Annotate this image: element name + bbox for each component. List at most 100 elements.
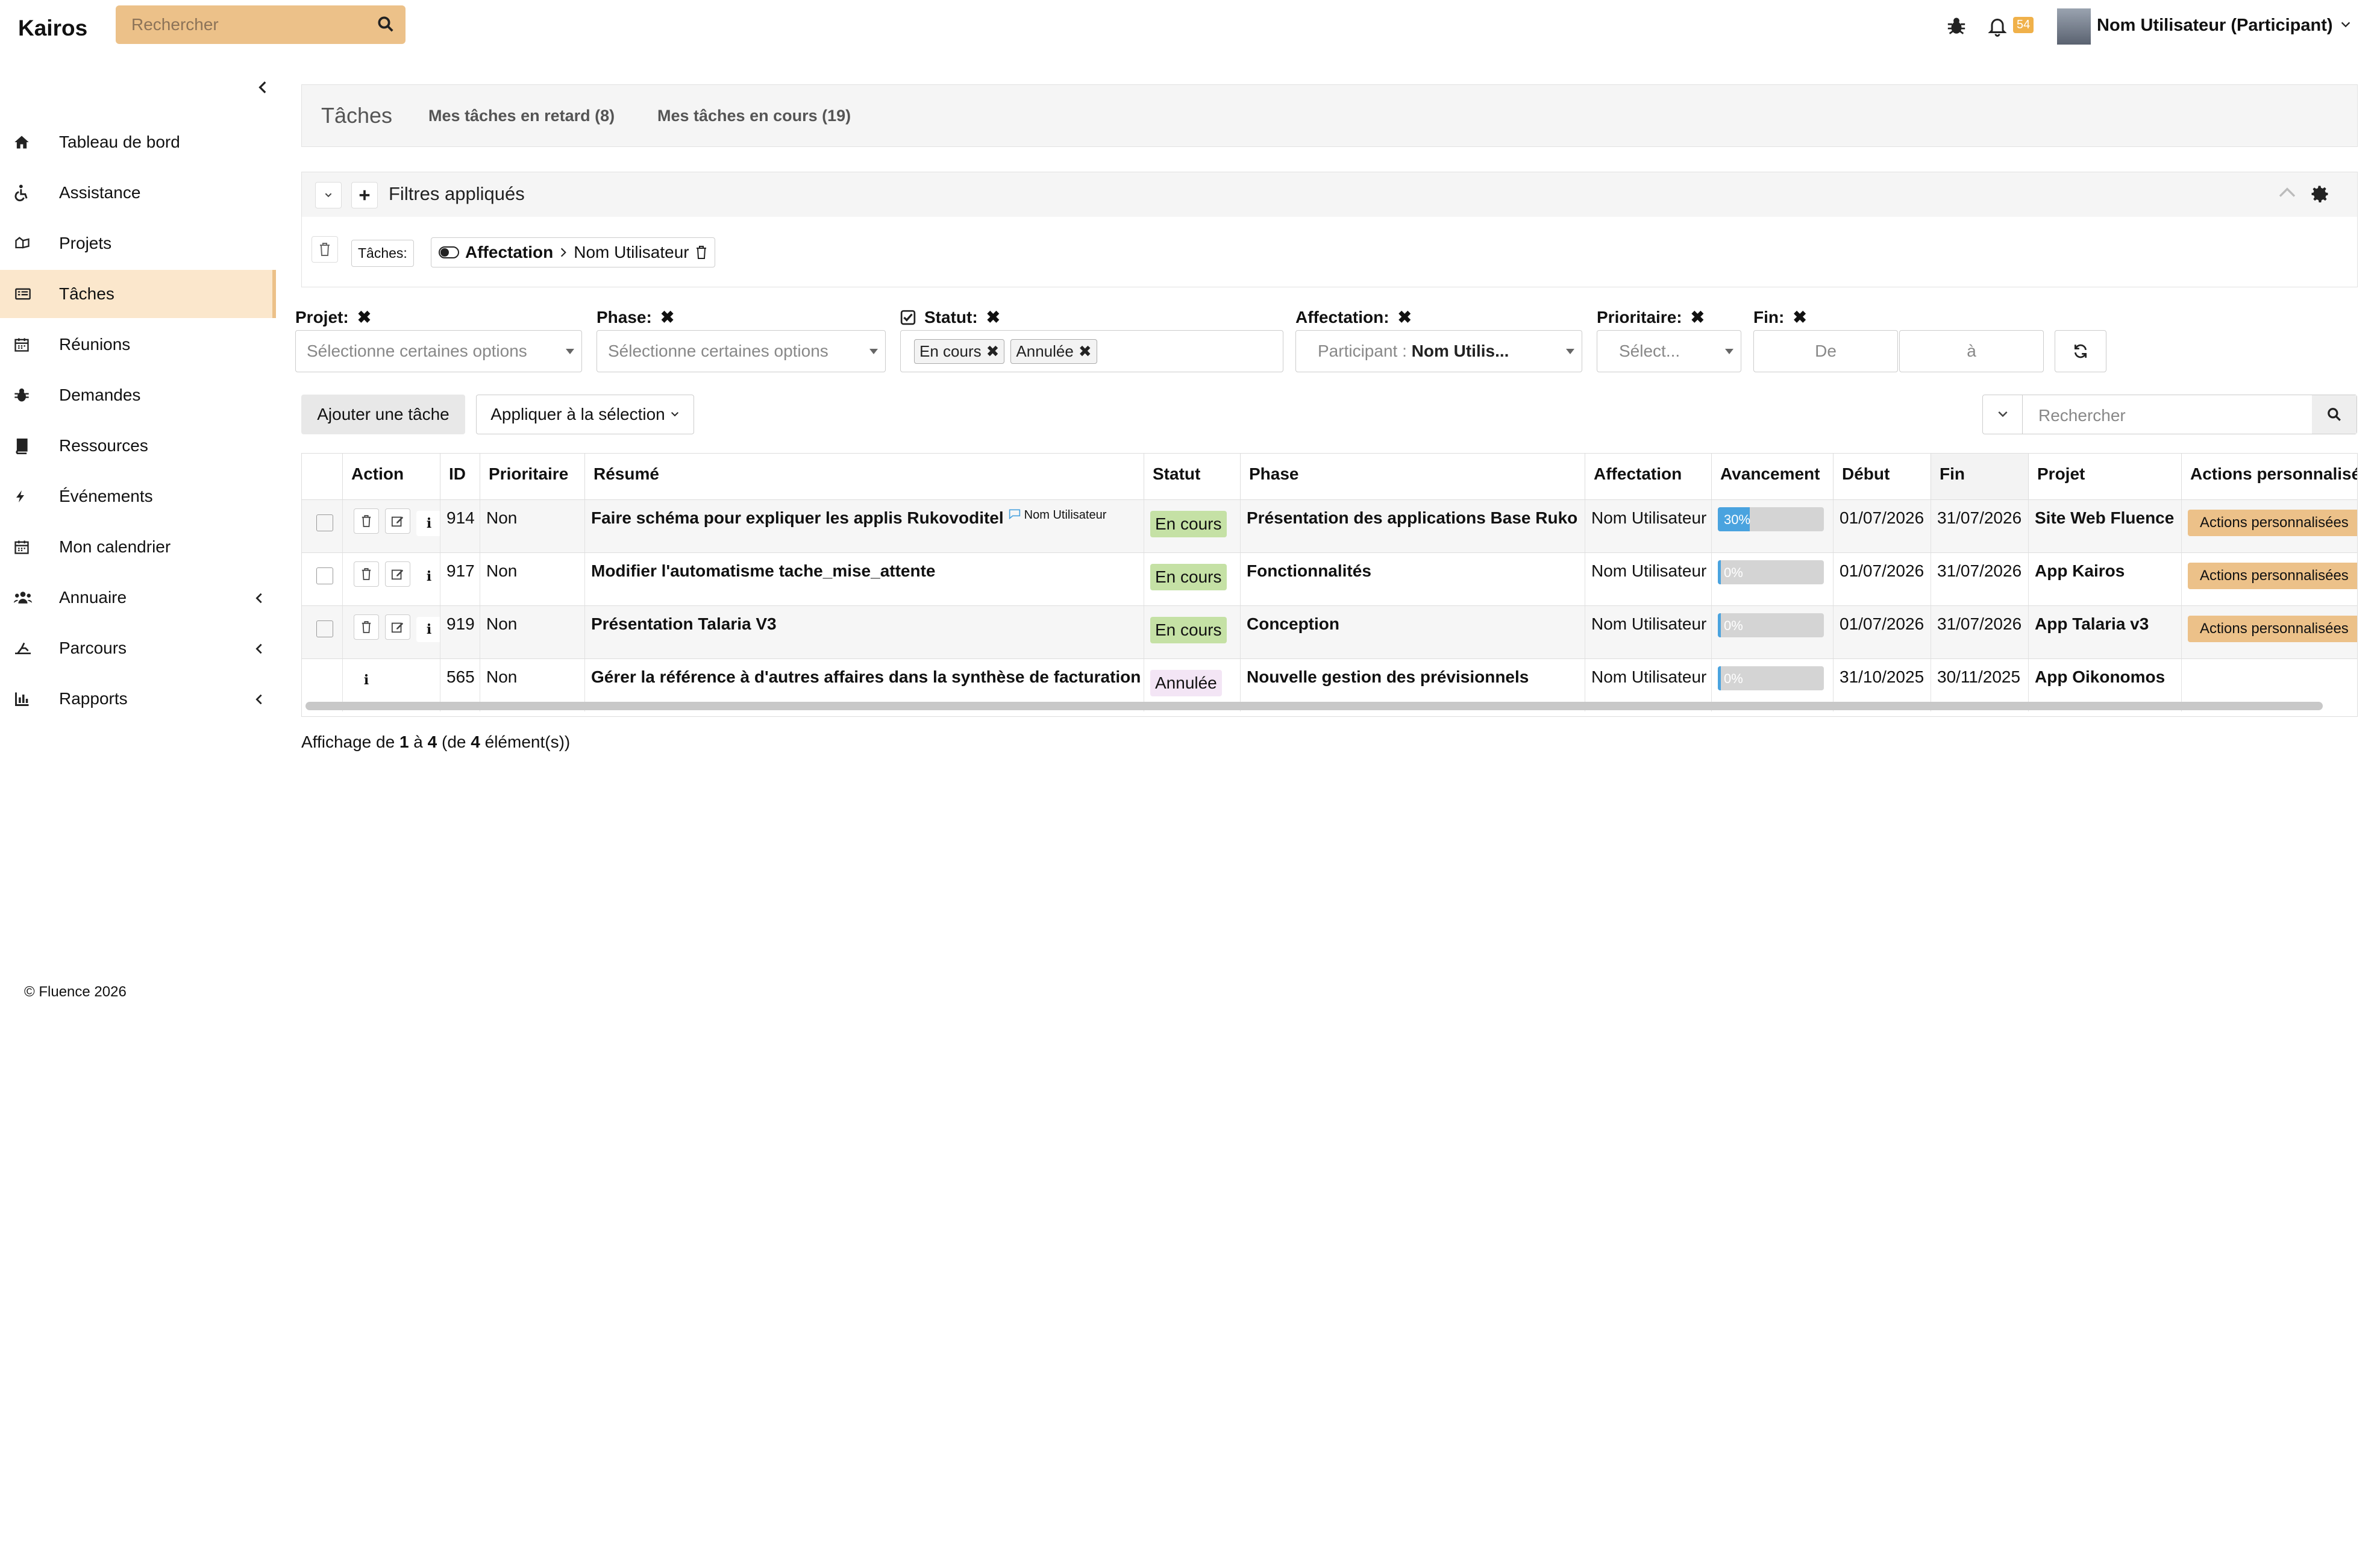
filter-chip-affectation[interactable]: Affectation Nom Utilisateur <box>431 237 715 267</box>
apply-selection-button[interactable]: Appliquer à la sélection <box>476 395 694 434</box>
header-prioritaire[interactable]: Prioritaire <box>480 454 585 499</box>
filter-phase-select[interactable]: Sélectionne certaines options <box>597 330 886 372</box>
sidebar-item-ressources[interactable]: Ressources <box>0 422 276 470</box>
statut-tag[interactable]: En cours ✖ <box>914 339 1005 364</box>
filter-statut-select[interactable]: En cours ✖ Annulée ✖ <box>900 330 1283 372</box>
sidebar-item-demandes[interactable]: Demandes <box>0 371 276 419</box>
sidebar-item-mon-calendrier[interactable]: Mon calendrier <box>0 523 276 571</box>
close-icon[interactable]: ✖ <box>1691 307 1705 327</box>
sidebar-item-tableau-de-bord[interactable]: Tableau de bord <box>0 118 276 166</box>
trash-icon[interactable] <box>354 614 379 640</box>
remove-tag-icon[interactable]: ✖ <box>1079 342 1092 361</box>
trash-icon[interactable] <box>354 561 379 587</box>
edit-icon[interactable] <box>385 614 410 640</box>
close-icon[interactable]: ✖ <box>1793 307 1806 327</box>
sidebar-item-reunions[interactable]: Réunions <box>0 320 276 369</box>
collapse-filters-icon[interactable] <box>2278 186 2297 199</box>
custom-actions-button[interactable]: Actions personnalisées <box>2188 616 2357 642</box>
row-select[interactable] <box>302 552 343 605</box>
filter-fin-to[interactable]: à <box>1899 330 2044 372</box>
sidebar-item-rapports[interactable]: Rapports <box>0 675 276 723</box>
checkbox-icon[interactable] <box>900 310 916 325</box>
checkbox[interactable] <box>316 514 333 531</box>
add-task-button[interactable]: Ajouter une tâche <box>301 395 465 434</box>
row-select[interactable] <box>302 499 343 552</box>
close-icon[interactable]: ✖ <box>1398 307 1412 327</box>
header-fin[interactable]: Fin <box>1931 454 2029 499</box>
row-select[interactable] <box>302 605 343 658</box>
header-actions-personnalisees[interactable]: Actions personnalisé <box>2182 454 2357 499</box>
avatar[interactable] <box>2057 8 2091 45</box>
tab-taches[interactable]: Tâches <box>321 103 392 128</box>
info-icon[interactable]: i <box>416 617 440 642</box>
header-id[interactable]: ID <box>440 454 480 499</box>
comment-icon[interactable] <box>1009 508 1021 519</box>
user-menu-label[interactable]: Nom Utilisateur (Participant) <box>2097 16 2333 36</box>
expand-arrow-icon[interactable] <box>254 642 264 655</box>
toggle-icon[interactable] <box>439 246 459 258</box>
filter-affectation-select[interactable]: Participant : Nom Utilis... <box>1295 330 1582 372</box>
bell-icon[interactable] <box>1987 14 2008 37</box>
app-logo[interactable]: Kairos <box>18 16 87 41</box>
header-avancement[interactable]: Avancement <box>1712 454 1834 499</box>
edit-icon[interactable] <box>385 561 410 587</box>
statut-tag[interactable]: Annulée ✖ <box>1010 339 1097 364</box>
header-action[interactable]: Action <box>343 454 440 499</box>
sidebar-item-evenements[interactable]: Événements <box>0 472 276 520</box>
search-icon[interactable] <box>377 15 395 33</box>
info-icon[interactable]: i <box>416 564 440 589</box>
gear-icon[interactable] <box>2309 183 2331 205</box>
global-search[interactable]: Rechercher <box>116 5 406 44</box>
header-resume[interactable]: Résumé <box>585 454 1144 499</box>
close-icon[interactable]: ✖ <box>357 307 371 327</box>
tab-late-tasks[interactable]: Mes tâches en retard (8) <box>428 107 615 125</box>
delete-filters-button[interactable] <box>312 236 338 263</box>
tab-ongoing-tasks[interactable]: Mes tâches en cours (19) <box>657 107 851 125</box>
sidebar-item-projets[interactable]: Projets <box>0 219 276 267</box>
search-input[interactable]: Rechercher <box>131 15 219 34</box>
cell-projet[interactable]: App Talaria v3 <box>2029 605 2182 658</box>
table-search-input[interactable]: Rechercher <box>2038 406 2126 425</box>
trash-icon[interactable] <box>354 508 379 534</box>
horizontal-scrollbar[interactable] <box>305 702 2323 710</box>
info-icon[interactable]: i <box>416 511 440 536</box>
custom-actions-button[interactable]: Actions personnalisées <box>2188 563 2357 589</box>
header-projet[interactable]: Projet <box>2029 454 2182 499</box>
chevron-down-icon[interactable] <box>2338 18 2353 31</box>
custom-actions-button[interactable]: Actions personnalisées <box>2188 510 2357 536</box>
search-icon[interactable] <box>2312 395 2357 434</box>
cell-resume[interactable]: Faire schéma pour expliquer les applis R… <box>585 499 1144 552</box>
add-filter-icon[interactable] <box>351 182 378 208</box>
trash-icon[interactable] <box>695 245 707 260</box>
sidebar-item-parcours[interactable]: Parcours <box>0 624 276 672</box>
bug-report-icon[interactable] <box>1946 16 1967 36</box>
collapse-sidebar-icon[interactable] <box>255 78 271 96</box>
remove-tag-icon[interactable]: ✖ <box>986 342 1000 361</box>
filter-fin-from[interactable]: De <box>1753 330 1898 372</box>
header-statut[interactable]: Statut <box>1144 454 1241 499</box>
filter-prioritaire-select[interactable]: Sélect... <box>1597 330 1741 372</box>
checkbox[interactable] <box>316 620 333 637</box>
edit-icon[interactable] <box>385 508 410 534</box>
header-debut[interactable]: Début <box>1834 454 1931 499</box>
expand-arrow-icon[interactable] <box>254 592 264 605</box>
cell-resume[interactable]: Modifier l'automatisme tache_mise_attent… <box>585 552 1144 605</box>
checkbox[interactable] <box>316 567 333 584</box>
expand-arrow-icon[interactable] <box>254 693 264 706</box>
filter-projet-select[interactable]: Sélectionne certaines options <box>295 330 582 372</box>
header-affectation[interactable]: Affectation <box>1585 454 1712 499</box>
chevron-down-icon[interactable] <box>1983 395 2023 434</box>
chevron-down-icon[interactable] <box>315 182 342 208</box>
refresh-button[interactable] <box>2055 330 2106 372</box>
close-icon[interactable]: ✖ <box>660 307 674 327</box>
close-icon[interactable]: ✖ <box>986 307 1000 327</box>
info-icon[interactable]: i <box>354 667 379 693</box>
notification-count-badge[interactable]: 54 <box>2013 17 2034 33</box>
sidebar-item-assistance[interactable]: Assistance <box>0 169 276 217</box>
sidebar-item-annuaire[interactable]: Annuaire <box>0 573 276 622</box>
sidebar-item-taches[interactable]: Tâches <box>0 270 276 318</box>
cell-projet[interactable]: App Kairos <box>2029 552 2182 605</box>
cell-resume[interactable]: Présentation Talaria V3 <box>585 605 1144 658</box>
cell-projet[interactable]: Site Web Fluence <box>2029 499 2182 552</box>
header-phase[interactable]: Phase <box>1241 454 1585 499</box>
